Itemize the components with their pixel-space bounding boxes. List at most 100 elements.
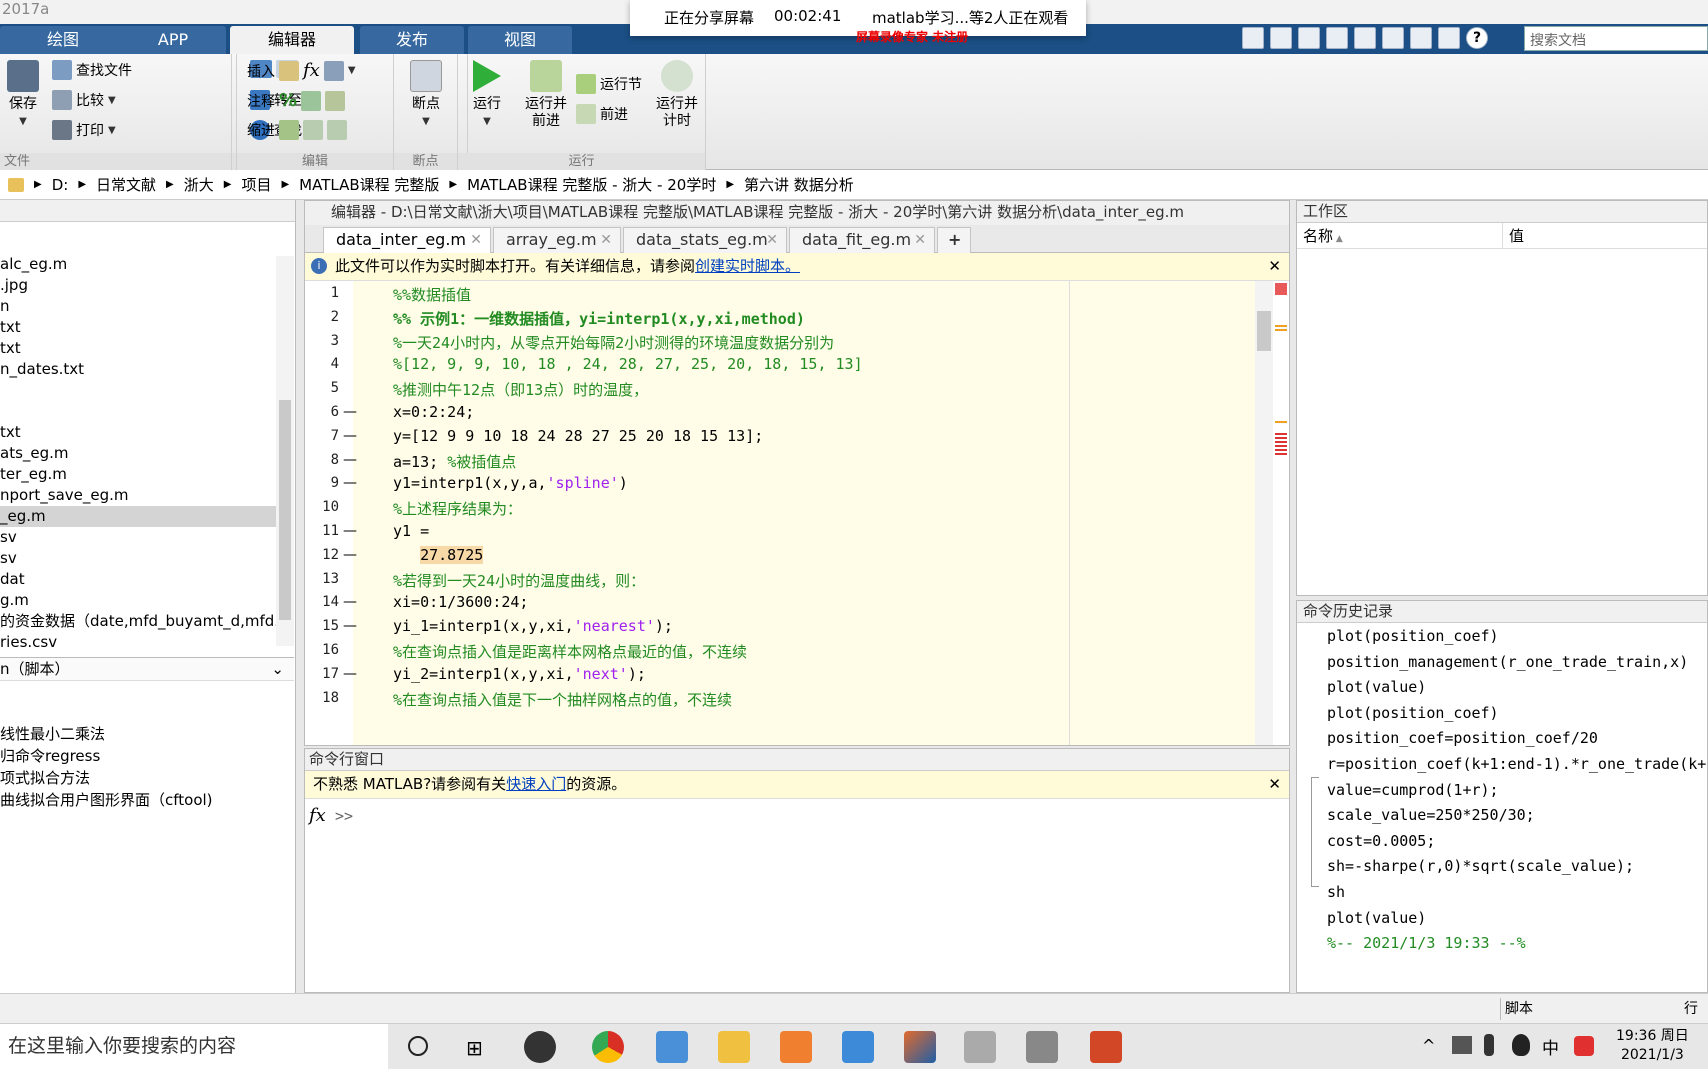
- powerpoint-icon[interactable]: [1090, 1031, 1122, 1063]
- breadcrumb-item[interactable]: D:: [52, 176, 69, 194]
- cut-icon[interactable]: [1298, 27, 1320, 49]
- undo-icon[interactable]: [1382, 27, 1404, 49]
- history-entry[interactable]: sh=-sharpe(r,0)*sqrt(scale_value);: [1327, 857, 1634, 875]
- save-button[interactable]: 保存 ▼: [4, 60, 42, 130]
- code-line[interactable]: y1 =: [393, 522, 429, 540]
- editor-tab[interactable]: data_inter_eg.m ✕: [323, 227, 491, 253]
- breakpoint-marker[interactable]: —: [343, 547, 357, 563]
- code-line[interactable]: %若得到一天24小时的温度曲线，则：: [393, 570, 645, 591]
- switch-windows-icon[interactable]: [1438, 27, 1460, 49]
- run-and-time-button[interactable]: 运行并 计时: [652, 60, 702, 130]
- code-line[interactable]: %[12, 9, 9, 10, 18 , 24, 28, 27, 25, 20,…: [393, 355, 863, 373]
- editor-tab[interactable]: data_fit_eg.m ✕: [789, 227, 935, 253]
- file-list-item[interactable]: ter_eg.m: [0, 464, 276, 485]
- file-list-item[interactable]: dat: [0, 569, 276, 590]
- breakpoint-marker[interactable]: —: [343, 452, 357, 468]
- breadcrumb-item[interactable]: 项目: [241, 174, 271, 195]
- computer-icon[interactable]: [656, 1031, 688, 1063]
- code-line[interactable]: yi_1=interp1(x,y,xi,'nearest');: [393, 617, 673, 635]
- file-list-item[interactable]: nport_save_eg.m: [0, 485, 276, 506]
- insert-button[interactable]: 插入 fx ▼: [247, 60, 356, 81]
- code-line[interactable]: a=13; %被插值点: [393, 451, 516, 472]
- close-icon[interactable]: ✕: [1268, 253, 1281, 279]
- tab-plots[interactable]: 绘图: [0, 26, 126, 54]
- code-line[interactable]: %上述程序结果为：: [393, 498, 522, 519]
- close-icon[interactable]: ✕: [914, 228, 926, 252]
- file-list-item[interactable]: _eg.m: [0, 506, 276, 527]
- tray-chevron-icon[interactable]: ^: [1422, 1036, 1435, 1055]
- file-list-item[interactable]: [0, 401, 276, 422]
- wrap-comments-icon[interactable]: [325, 90, 346, 111]
- code-line[interactable]: xi=0:1/3600:24;: [393, 593, 528, 611]
- warning-marker[interactable]: [1275, 329, 1287, 331]
- redo-icon[interactable]: [1410, 27, 1432, 49]
- history-entry[interactable]: position_management(r_one_trade_train,x): [1327, 653, 1688, 671]
- share-viewers[interactable]: matlab学习...等2人正在观看: [872, 7, 1068, 28]
- code-line[interactable]: %在查询点插入值是距离样本网格点最近的值，不连续: [393, 641, 747, 662]
- file-list-item[interactable]: [0, 380, 276, 401]
- breakpoint-marker[interactable]: —: [343, 523, 357, 539]
- breakpoint-marker[interactable]: —: [343, 594, 357, 610]
- editor-scrollbar[interactable]: [1255, 281, 1273, 745]
- code-line[interactable]: 27.8725: [393, 545, 484, 564]
- file-list-item[interactable]: txt: [0, 317, 276, 338]
- history-entry[interactable]: plot(position_coef): [1327, 627, 1499, 645]
- decrease-indent-icon[interactable]: [327, 120, 347, 140]
- error-indicator-icon[interactable]: [1275, 283, 1287, 295]
- warning-marker[interactable]: [1275, 325, 1287, 327]
- file-list-item[interactable]: txt: [0, 338, 276, 359]
- qq-icon[interactable]: [1512, 1034, 1530, 1056]
- history-entry[interactable]: %-- 2021/1/3 19:33 --%: [1327, 934, 1526, 952]
- percent-icon[interactable]: %: [279, 90, 297, 111]
- find-files-button[interactable]: 查找文件: [52, 60, 132, 80]
- fx-icon[interactable]: fx: [303, 60, 320, 81]
- uncomment-icon[interactable]: [301, 90, 322, 111]
- network-icon[interactable]: [1452, 1036, 1472, 1054]
- command-prompt[interactable]: >>: [335, 807, 353, 825]
- error-markers[interactable]: [1275, 433, 1287, 457]
- column-value[interactable]: 值: [1503, 223, 1524, 248]
- file-list-item[interactable]: alc_eg.m: [0, 254, 276, 275]
- code-line[interactable]: y=[12 9 9 10 18 24 28 27 25 20 18 15 13]…: [393, 427, 763, 445]
- new-icon[interactable]: [1242, 27, 1264, 49]
- code-line[interactable]: %推测中午12点（即13点）时的温度，: [393, 379, 648, 400]
- tab-editor[interactable]: 编辑器: [230, 26, 354, 54]
- doc-search-input[interactable]: 搜索文档: [1524, 26, 1708, 51]
- run-section-button[interactable]: 运行节: [576, 74, 642, 94]
- chevron-down-icon[interactable]: ▼: [348, 65, 356, 76]
- app-icon[interactable]: [780, 1031, 812, 1063]
- breakpoint-marker[interactable]: —: [343, 404, 357, 420]
- details-header[interactable]: n（脚本） ⌄: [0, 657, 294, 681]
- increase-indent-icon[interactable]: [303, 120, 323, 140]
- code-line[interactable]: %% 示例1：一维数据插值，yi=interp1(x,y,xi,method): [393, 308, 805, 329]
- column-name[interactable]: 名称 ▲: [1297, 223, 1503, 248]
- history-entry[interactable]: sh: [1327, 883, 1345, 901]
- breadcrumb-item[interactable]: 第六讲 数据分析: [744, 174, 854, 195]
- tab-apps[interactable]: APP: [120, 26, 226, 54]
- help-icon[interactable]: ?: [1466, 27, 1488, 49]
- file-list-item[interactable]: ries.csv: [0, 632, 276, 653]
- warning-marker[interactable]: [1275, 421, 1287, 423]
- breadcrumb-item[interactable]: 日常文献: [96, 174, 156, 195]
- run-button[interactable]: 运行 ▼: [464, 60, 510, 130]
- history-entry[interactable]: cost=0.0005;: [1327, 832, 1435, 850]
- taskbar-search-input[interactable]: 在这里输入你要搜索的内容: [0, 1024, 388, 1069]
- history-entry[interactable]: scale_value=250*250/30;: [1327, 806, 1535, 824]
- editor-tab[interactable]: data_stats_eg.m ✕: [623, 227, 787, 253]
- cortana-icon[interactable]: [408, 1036, 428, 1056]
- file-list-item[interactable]: sv: [0, 527, 276, 548]
- microphone-icon[interactable]: [1484, 1034, 1494, 1056]
- code-area[interactable]: 1 2 3 4 5 6—7—8—9—10 11—12—13 14—15—16 17—18 %%数…: [305, 281, 1255, 745]
- close-icon[interactable]: ✕: [470, 228, 482, 252]
- history-entry[interactable]: value=cumprod(1+r);: [1327, 781, 1499, 799]
- advance-button[interactable]: 前进: [576, 104, 628, 124]
- history-entry[interactable]: position_coef=position_coef/20: [1327, 729, 1598, 747]
- history-entry[interactable]: plot(value): [1327, 909, 1426, 927]
- code-line[interactable]: %%数据插值: [393, 284, 471, 305]
- tab-publish[interactable]: 发布: [360, 26, 464, 54]
- ime-indicator[interactable]: 中: [1542, 1034, 1559, 1059]
- file-explorer-icon[interactable]: [718, 1031, 750, 1063]
- file-list-item[interactable]: ats_eg.m: [0, 443, 276, 464]
- code-line[interactable]: %在查询点插入值是下一个抽样网格点的值，不连续: [393, 689, 732, 710]
- history-entry[interactable]: plot(position_coef): [1327, 704, 1499, 722]
